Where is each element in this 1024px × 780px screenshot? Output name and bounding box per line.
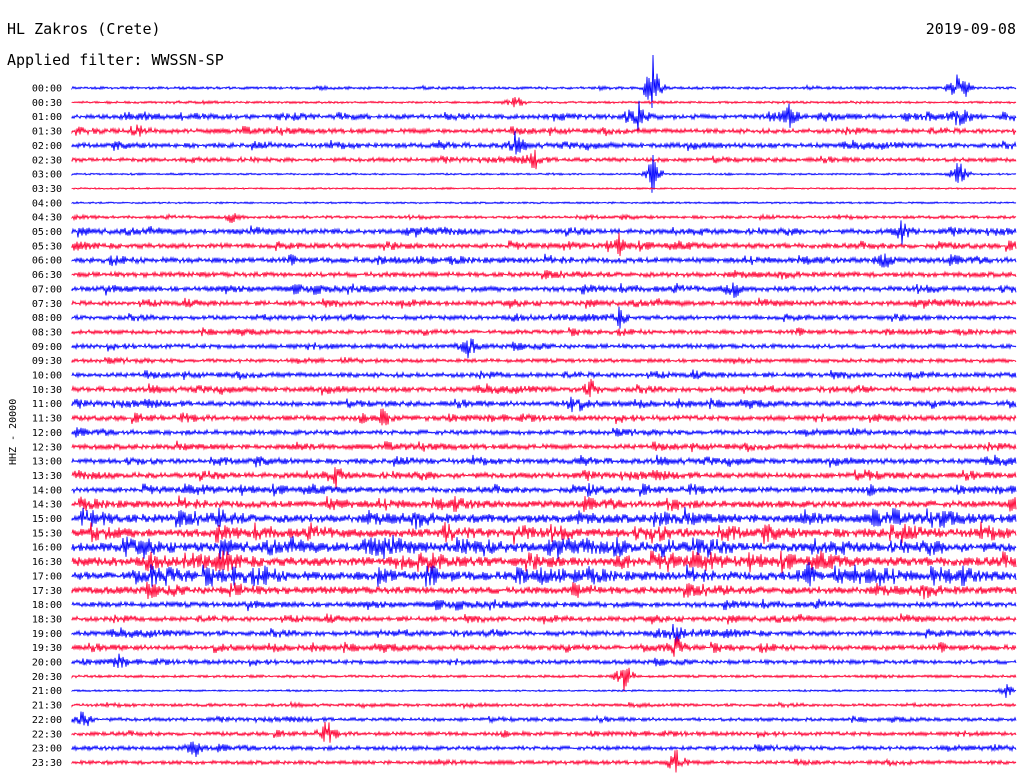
time-label: 23:00 — [32, 744, 62, 755]
trace-line — [71, 427, 1017, 438]
trace-line — [71, 613, 1017, 625]
time-label: 12:00 — [32, 428, 62, 439]
trace-line — [71, 124, 1017, 137]
time-label: 02:30 — [32, 155, 62, 166]
time-label: 18:00 — [32, 600, 62, 611]
time-label: 14:30 — [32, 500, 62, 511]
trace-line — [71, 200, 1017, 205]
trace-line — [71, 212, 1017, 223]
time-label: 05:00 — [32, 227, 62, 238]
time-label: 15:30 — [32, 528, 62, 539]
station-title: HL Zakros (Crete) — [7, 20, 161, 38]
trace-line — [71, 338, 1017, 359]
time-label: 20:00 — [32, 658, 62, 669]
trace-line — [71, 186, 1017, 191]
trace-line — [71, 100, 1017, 132]
time-label: 09:30 — [32, 356, 62, 367]
time-label: 20:30 — [32, 672, 62, 683]
trace-line — [71, 467, 1017, 490]
trace-line — [71, 749, 1017, 773]
time-label: 08:00 — [32, 313, 62, 324]
time-label: 12:30 — [32, 442, 62, 453]
trace-line — [71, 700, 1017, 710]
trace-line — [71, 454, 1017, 468]
time-label: 05:30 — [32, 241, 62, 252]
trace-line — [71, 440, 1017, 453]
time-label: 00:00 — [32, 84, 62, 95]
time-label: 16:30 — [32, 557, 62, 568]
time-label: 09:00 — [32, 342, 62, 353]
trace-line — [71, 507, 1017, 530]
time-label: 17:00 — [32, 571, 62, 582]
time-label: 04:00 — [32, 198, 62, 209]
time-label: 01:00 — [32, 112, 62, 123]
trace-line — [71, 550, 1017, 574]
time-label: 03:30 — [32, 184, 62, 195]
time-label: 06:30 — [32, 270, 62, 281]
trace-line — [71, 220, 1017, 245]
trace-line — [71, 130, 1017, 155]
time-label: 06:00 — [32, 256, 62, 267]
time-label: 21:00 — [32, 686, 62, 697]
trace-line — [71, 378, 1017, 398]
time-axis-labels: 00:00 00:30 01:00 01:30 02:00 02:30 03:00 03:30… — [32, 84, 62, 769]
time-label: 07:00 — [32, 284, 62, 295]
trace-line — [71, 149, 1017, 170]
time-label: 14:00 — [32, 485, 62, 496]
time-label: 03:00 — [32, 170, 62, 181]
record-date: 2019-09-08 — [925, 20, 1016, 38]
trace-line — [71, 653, 1017, 669]
trace-line — [71, 667, 1017, 692]
time-label: 01:30 — [32, 127, 62, 138]
trace-line — [71, 297, 1017, 309]
trace-line — [71, 684, 1017, 698]
trace-line — [71, 396, 1017, 413]
trace-line — [71, 408, 1017, 426]
time-label: 07:30 — [32, 299, 62, 310]
time-label: 11:00 — [32, 399, 62, 410]
time-label: 22:00 — [32, 715, 62, 726]
trace-line — [71, 369, 1017, 381]
trace-line — [71, 96, 1017, 108]
time-label: 00:30 — [32, 98, 62, 109]
time-label: 22:30 — [32, 729, 62, 740]
time-label: 19:00 — [32, 629, 62, 640]
trace-line — [71, 232, 1017, 257]
channel-label: HHZ - 20000 — [8, 399, 19, 465]
filter-label: Applied filter: WWSSN-SP — [7, 51, 224, 69]
trace-line — [71, 581, 1017, 600]
time-label: 13:30 — [32, 471, 62, 482]
time-label: 08:30 — [32, 327, 62, 338]
time-label: 15:00 — [32, 514, 62, 525]
time-label: 23:30 — [32, 758, 62, 769]
trace-line — [71, 253, 1017, 268]
time-label: 19:30 — [32, 643, 62, 654]
trace-line — [71, 598, 1017, 612]
trace-line — [71, 741, 1017, 758]
trace-line — [71, 623, 1017, 647]
seismic-traces — [71, 54, 1017, 773]
time-label: 10:00 — [32, 371, 62, 382]
time-label: 04:30 — [32, 213, 62, 224]
time-label: 11:30 — [32, 414, 62, 425]
trace-line — [71, 495, 1017, 512]
trace-line — [71, 534, 1017, 560]
time-label: 21:30 — [32, 701, 62, 712]
trace-line — [71, 721, 1017, 743]
time-label: 02:00 — [32, 141, 62, 152]
trace-line — [71, 282, 1017, 298]
time-label: 17:30 — [32, 586, 62, 597]
time-label: 16:00 — [32, 543, 62, 554]
trace-line — [71, 483, 1017, 497]
helicorder-plot: 00:00 00:30 01:00 01:30 02:00 02:30 03:00 03:30… — [8, 54, 1017, 773]
time-label: 13:00 — [32, 457, 62, 468]
trace-line — [71, 269, 1017, 280]
time-label: 10:30 — [32, 385, 62, 396]
trace-line — [71, 327, 1017, 337]
trace-line — [71, 356, 1017, 366]
trace-line — [71, 636, 1017, 657]
trace-line — [71, 711, 1017, 727]
time-label: 18:30 — [32, 614, 62, 625]
trace-line — [71, 306, 1017, 329]
